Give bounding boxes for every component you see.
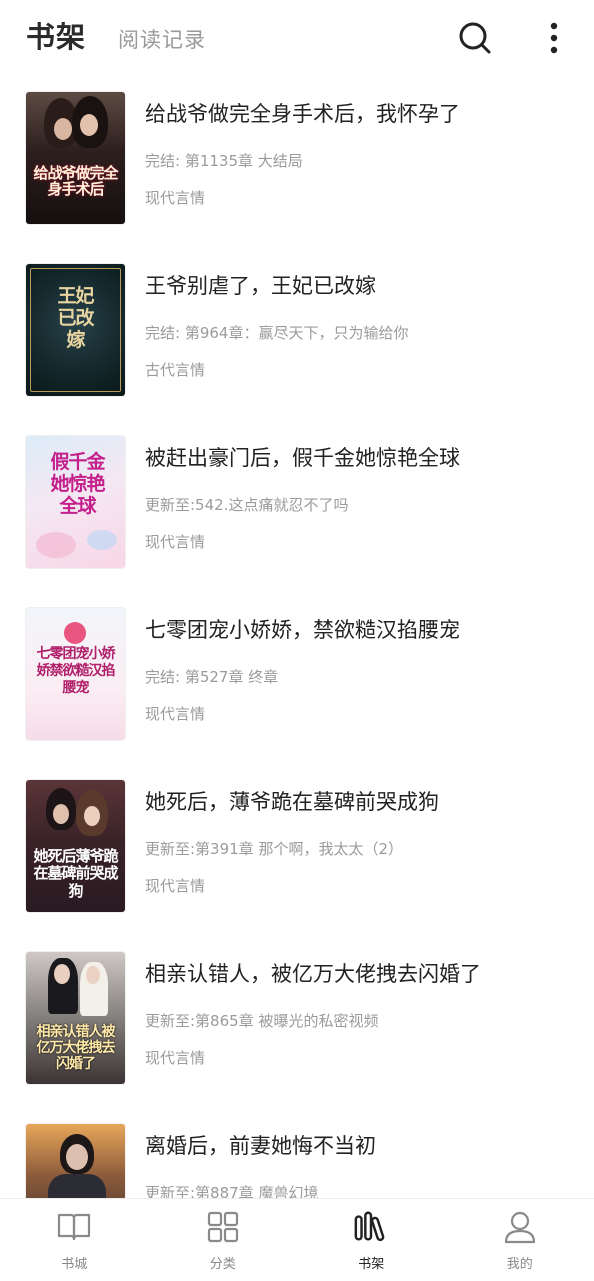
nav-profile[interactable]: 我的 (446, 1199, 594, 1281)
book-category: 现代言情 (145, 875, 205, 896)
nav-label: 书架 (297, 1253, 446, 1272)
book-cover[interactable]: 给战爷做完全身手术后 (26, 92, 125, 224)
book-item[interactable]: 给战爷做完全身手术后 给战爷做完全身手术后，我怀孕了 完结: 第1135章 大结… (0, 80, 594, 230)
book-category: 现代言情 (145, 531, 205, 552)
cover-title: 相亲认错人被亿万大佬拽去闪婚了 (32, 1024, 119, 1072)
nav-label: 分类 (149, 1253, 298, 1272)
nav-label: 我的 (446, 1253, 594, 1272)
tab-bookshelf[interactable]: 书架 (26, 14, 86, 56)
more-vertical-icon (549, 22, 559, 54)
book-category: 现代言情 (145, 1047, 205, 1068)
book-category: 古代言情 (145, 359, 205, 380)
book-progress: 完结: 第527章 终章 (145, 666, 278, 687)
book-title: 七零团宠小娇娇，禁欲糙汉掐腰宠 (145, 614, 460, 644)
nav-bookstore[interactable]: 书城 (0, 1199, 149, 1281)
book-item[interactable]: 假千金她惊艳全球 被赶出豪门后，假千金她惊艳全球 更新至:542.这点痛就忍不了… (0, 424, 594, 574)
book-cover[interactable]: 七零团宠小娇娇禁欲糙汉掐腰宠 (26, 608, 125, 740)
search-icon (458, 21, 492, 55)
book-progress: 更新至:第391章 那个啊，我太太（2） (145, 838, 403, 859)
book-open-icon (56, 1209, 92, 1245)
book-item[interactable]: 王妃已改嫁 王爷别虐了，王妃已改嫁 完结: 第964章：赢尽天下，只为输给你 古… (0, 252, 594, 402)
user-icon (502, 1209, 538, 1245)
book-cover[interactable]: 王妃已改嫁 (26, 264, 125, 396)
tab-reading-history[interactable]: 阅读记录 (118, 24, 206, 54)
book-title: 王爷别虐了，王妃已改嫁 (145, 270, 376, 300)
book-title: 相亲认错人，被亿万大佬拽去闪婚了 (145, 958, 481, 988)
bottom-navigation: 书城 分类 书架 我的 (0, 1198, 594, 1281)
nav-category[interactable]: 分类 (149, 1199, 298, 1281)
book-progress: 完结: 第964章：赢尽天下，只为输给你 (145, 322, 408, 343)
book-progress: 更新至:542.这点痛就忍不了吗 (145, 494, 348, 515)
book-item[interactable]: 离婚后，前妻她悔不当初 更新至:第887章 魔兽幻境 (0, 1112, 594, 1198)
book-title: 离婚后，前妻她悔不当初 (145, 1130, 376, 1160)
book-cover[interactable]: 假千金她惊艳全球 (26, 436, 125, 568)
book-title: 被赶出豪门后，假千金她惊艳全球 (145, 442, 460, 472)
book-item[interactable]: 七零团宠小娇娇禁欲糙汉掐腰宠 七零团宠小娇娇，禁欲糙汉掐腰宠 完结: 第527章… (0, 596, 594, 746)
book-progress: 更新至:第887章 魔兽幻境 (145, 1182, 318, 1198)
cover-title: 七零团宠小娇娇禁欲糙汉掐腰宠 (32, 646, 119, 696)
more-button[interactable] (534, 18, 574, 58)
nav-label: 书城 (0, 1253, 149, 1272)
book-progress: 完结: 第1135章 大结局 (145, 150, 303, 171)
book-category: 现代言情 (145, 703, 205, 724)
bookshelf-list[interactable]: 给战爷做完全身手术后 给战爷做完全身手术后，我怀孕了 完结: 第1135章 大结… (0, 80, 594, 1198)
book-progress: 更新至:第865章 被曝光的私密视频 (145, 1010, 378, 1031)
cover-title: 王妃已改嫁 (56, 286, 95, 352)
book-title: 给战爷做完全身手术后，我怀孕了 (145, 98, 460, 128)
grid-icon (205, 1209, 241, 1245)
book-cover[interactable]: 相亲认错人被亿万大佬拽去闪婚了 (26, 952, 125, 1084)
book-item[interactable]: 相亲认错人被亿万大佬拽去闪婚了 相亲认错人，被亿万大佬拽去闪婚了 更新至:第86… (0, 940, 594, 1090)
book-title: 她死后，薄爷跪在墓碑前哭成狗 (145, 786, 439, 816)
cover-title: 她死后薄爷跪在墓碑前哭成狗 (32, 848, 119, 900)
nav-bookshelf[interactable]: 书架 (297, 1199, 446, 1281)
cover-title: 假千金她惊艳全球 (44, 452, 111, 518)
cover-title: 给战爷做完全身手术后 (30, 166, 121, 198)
search-button[interactable] (455, 18, 495, 58)
bookshelf-icon (353, 1209, 389, 1245)
book-category: 现代言情 (145, 187, 205, 208)
app-header: 书架 阅读记录 (0, 0, 594, 80)
book-item[interactable]: 她死后薄爷跪在墓碑前哭成狗 她死后，薄爷跪在墓碑前哭成狗 更新至:第391章 那… (0, 768, 594, 918)
book-cover[interactable]: 她死后薄爷跪在墓碑前哭成狗 (26, 780, 125, 912)
book-cover[interactable] (26, 1124, 125, 1198)
